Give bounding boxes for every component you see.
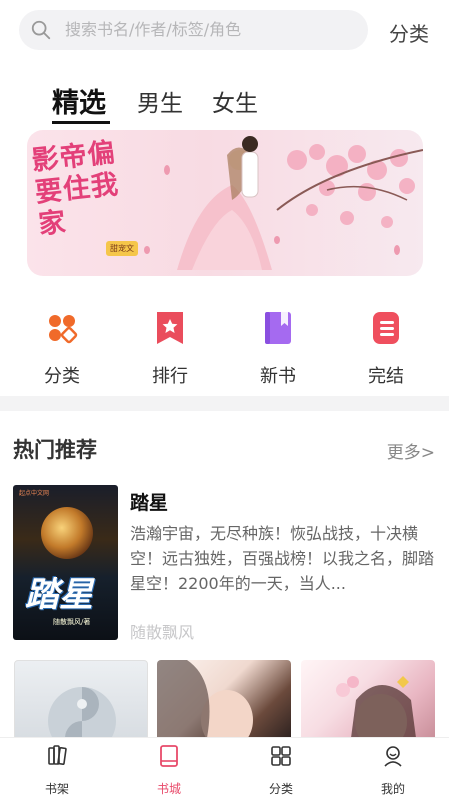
channel-tabs: 精选 男生 女生 (0, 78, 449, 126)
quick-nav-new-books[interactable]: 新书 (238, 298, 318, 388)
search-input[interactable] (65, 10, 355, 50)
cover-title: 踏星 (25, 575, 93, 615)
book-thumbnail[interactable] (301, 660, 435, 738)
banner-badge: 甜宠文 (106, 241, 138, 256)
tab-male[interactable]: 男生 (137, 84, 183, 118)
bookstore-icon (160, 745, 178, 767)
bottom-nav-label: 书城 (156, 782, 181, 796)
category-link[interactable]: 分类 (389, 18, 429, 47)
bottom-navigation: 书架 书城 分类 我的 (0, 737, 449, 799)
profile-icon (384, 746, 402, 767)
quick-nav-category[interactable]: 分类 (22, 298, 102, 388)
quick-nav-label: 分类 (44, 366, 80, 387)
bottom-nav-label: 书架 (44, 782, 69, 796)
quick-nav-label: 完结 (368, 366, 404, 387)
bookshelf-icon (48, 745, 67, 766)
girl-with-flowers-art (336, 676, 416, 738)
book-thumbnail[interactable] (14, 660, 148, 738)
cover-top-tag: 起点中文网 (19, 490, 50, 497)
book-thumbnail[interactable] (157, 660, 291, 738)
bottom-nav-bookstore[interactable]: 书城 (139, 744, 199, 797)
book-author: 随散飘风 (130, 623, 195, 642)
quick-nav: 分类 排行 新书 完结 (0, 298, 449, 390)
tab-female[interactable]: 女生 (212, 84, 258, 118)
bottom-nav-label: 我的 (380, 782, 405, 796)
section-divider (0, 396, 449, 411)
yin-yang-art (48, 687, 116, 737)
promo-banner[interactable]: 影帝偏要住我家 甜宠文 (27, 130, 423, 276)
category-grid-icon (49, 315, 78, 344)
quick-nav-ranking[interactable]: 排行 (130, 298, 210, 388)
category-icon (271, 746, 291, 766)
quick-nav-finished[interactable]: 完结 (346, 298, 426, 388)
book-cover[interactable]: 起点中文网 踏星 随散飘风/著 (13, 485, 118, 640)
search-box[interactable] (19, 10, 368, 50)
bottom-nav-bookshelf[interactable]: 书架 (27, 744, 87, 797)
book-title[interactable]: 踏星 (130, 488, 168, 515)
finished-book-icon (373, 312, 399, 344)
cover-planet-art (41, 507, 93, 559)
tab-featured[interactable]: 精选 (52, 81, 106, 120)
bottom-nav-label: 分类 (268, 782, 293, 796)
bottom-nav-profile[interactable]: 我的 (363, 744, 423, 797)
book-description: 浩瀚宇宙，无尽种族！恢弘战技，十决横空！远古独姓，百强战榜！以我之名，脚踏星空！… (130, 524, 435, 593)
bottom-nav-category[interactable]: 分类 (251, 744, 311, 797)
more-link[interactable]: 更多> (387, 438, 435, 463)
portrait-art (157, 660, 253, 738)
cover-author-tag: 随散飘风/著 (53, 618, 91, 626)
ranking-ribbon-icon (157, 312, 183, 344)
search-icon (31, 20, 51, 40)
section-title: 热门推荐 (13, 438, 97, 462)
new-book-icon (265, 312, 291, 344)
banner-title: 影帝偏要住我家 (30, 137, 121, 241)
quick-nav-label: 新书 (260, 366, 296, 387)
search-bar-row: 分类 (0, 0, 449, 62)
quick-nav-label: 排行 (152, 366, 188, 387)
active-tab-indicator (52, 121, 110, 124)
